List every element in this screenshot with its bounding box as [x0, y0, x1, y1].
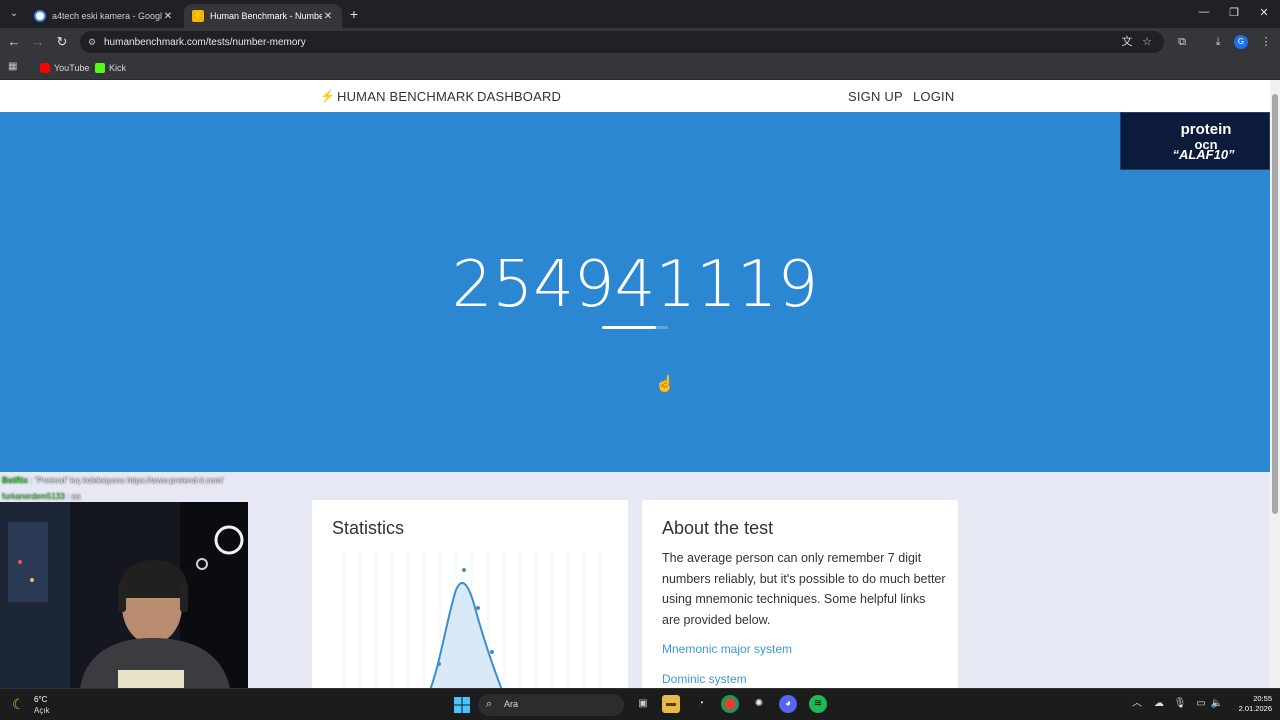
volume-icon[interactable]: 🔈 [1210, 697, 1224, 711]
site-navbar: ⚡ HUMAN BENCHMARK DASHBOARD SIGN UP LOGI… [0, 80, 1270, 112]
search-icon: ⌕ [486, 698, 493, 710]
search-placeholder: Ara [504, 699, 519, 709]
download-icon[interactable]: ⤓ [1210, 34, 1226, 50]
statistics-title: Statistics [332, 518, 405, 538]
youtube-icon [40, 63, 50, 73]
weather-condition: Açık [34, 706, 50, 715]
close-window-icon[interactable]: ✕ [1256, 6, 1272, 19]
spotify-icon[interactable]: ≋ [809, 695, 827, 713]
statistics-distribution-chart [343, 554, 601, 688]
test-area[interactable]: 254941119 ☝ [0, 112, 1270, 472]
dashboard-link[interactable]: DASHBOARD [477, 89, 561, 104]
task-view-icon[interactable]: ▣ [634, 695, 652, 713]
display-icon[interactable]: ▭ [1194, 697, 1208, 711]
browser-toolbar: ← → ↻ ⚙ 文 ☆ ⧉ ⤓ G ⋮ [0, 28, 1280, 56]
weather-widget[interactable]: ☾ 6°C Açık [12, 693, 72, 717]
chat-text: : aa [66, 492, 81, 501]
chatgpt-icon[interactable]: ✺ [750, 695, 768, 713]
apps-icon[interactable]: ▦ [8, 61, 20, 73]
tab-search-icon[interactable]: ⌄ [6, 6, 22, 22]
brand-link[interactable]: HUMAN BENCHMARK [337, 89, 474, 104]
clock-date: 2.01.2026 [1238, 704, 1272, 713]
google-icon [34, 10, 46, 22]
taskbar-search[interactable]: ⌕ Ara [478, 694, 624, 716]
forward-icon[interactable]: → [30, 34, 46, 50]
onedrive-icon[interactable]: ☁ [1152, 697, 1166, 711]
url-input[interactable] [104, 33, 1104, 51]
address-bar[interactable]: ⚙ 文 ☆ [80, 31, 1164, 53]
taskbar-clock[interactable]: 20:55 2.01.2026 [1226, 694, 1272, 714]
memory-number: 254941119 [451, 248, 819, 322]
timer-bar-fill [602, 326, 657, 329]
tab-title: Human Benchmark - Number M [210, 11, 322, 21]
chart-point [437, 662, 441, 666]
about-title: About the test [662, 518, 774, 538]
tab-human-benchmark[interactable]: ⚡ Human Benchmark - Number M ✕ [184, 4, 342, 28]
dominic-system-link[interactable]: Dominic system [662, 672, 747, 686]
close-tab-icon[interactable]: ✕ [322, 11, 334, 22]
about-card: About the test The average person can on… [642, 500, 958, 688]
app-icon[interactable]: ◔ [692, 695, 710, 713]
chart-point [476, 606, 480, 610]
mnemonic-major-link[interactable]: Mnemonic major system [662, 642, 792, 656]
menu-icon[interactable]: ⋮ [1258, 34, 1274, 50]
close-tab-icon[interactable]: ✕ [162, 11, 174, 22]
windows-taskbar: ☾ 6°C Açık ⌕ Ara ▣ ▬ ◔ ✺ ◕ ≋ ︿ ☁ 🎙 ▭ 🔈 2… [0, 688, 1280, 720]
extensions-icon[interactable]: ⧉ [1174, 34, 1190, 50]
hand-cursor-icon: ☝ [655, 376, 675, 393]
moon-icon: ☾ [12, 696, 25, 712]
reload-icon[interactable]: ↻ [54, 34, 70, 50]
page-scrollbar[interactable] [1270, 80, 1280, 688]
new-tab-button[interactable]: + [346, 6, 362, 22]
chart-point [490, 650, 494, 654]
tray-chevron-icon[interactable]: ︿ [1130, 697, 1144, 711]
kick-icon [95, 63, 105, 73]
bookmark-label: YouTube [54, 63, 90, 73]
webcam-overlay [0, 502, 248, 688]
chat-message: BotRix : "Pretend" kıç koleksiyonu https… [2, 476, 223, 485]
bookmark-label: Kick [109, 63, 127, 73]
clock-time: 20:55 [1253, 694, 1272, 703]
human-benchmark-icon: ⚡ [192, 10, 204, 22]
chart-point [462, 568, 466, 572]
ad-line: protein [1180, 121, 1232, 138]
statistics-card: Statistics [312, 500, 628, 688]
bookmarks-bar: ▦ YouTube Kick [0, 56, 1280, 80]
tab-title: a4tech eski kamera - Google'da [52, 11, 162, 21]
stream-chat-overlay: BotRix : "Pretend" kıç koleksiyonu https… [0, 474, 300, 504]
minimize-icon[interactable]: — [1196, 6, 1212, 18]
translate-icon[interactable]: 文 [1120, 35, 1134, 49]
bookmark-youtube[interactable]: YouTube [40, 60, 89, 76]
weather-temp: 6°C [34, 695, 48, 704]
signup-link[interactable]: SIGN UP [848, 89, 903, 104]
chrome-icon[interactable] [721, 695, 739, 713]
bolt-icon: ⚡ [320, 89, 335, 103]
chat-text: : "Pretend" kıç koleksiyonu https://www.… [30, 476, 224, 485]
microphone-icon[interactable]: 🎙 [1173, 697, 1187, 711]
timer-bar [602, 326, 668, 329]
bookmark-star-icon[interactable]: ☆ [1140, 35, 1154, 49]
chat-username: BotRix [2, 476, 28, 485]
profile-avatar[interactable]: G [1234, 35, 1248, 49]
about-body: The average person can only remember 7 d… [662, 551, 946, 627]
ad-banner[interactable]: protein ocn “ALAF10” [1120, 112, 1270, 170]
webcam-image [0, 502, 248, 688]
tab-google-search[interactable]: a4tech eski kamera - Google'da ✕ [26, 4, 182, 28]
chat-username: furkanerdem5133 [2, 492, 65, 501]
login-link[interactable]: LOGIN [913, 89, 954, 104]
bookmark-kick[interactable]: Kick [95, 60, 126, 76]
chat-message: furkanerdem5133 : aa [2, 492, 80, 501]
discord-icon[interactable]: ◕ [779, 695, 797, 713]
windows-start-icon[interactable] [454, 697, 470, 713]
file-explorer-icon[interactable]: ▬ [662, 695, 680, 713]
tab-strip: ⌄ a4tech eski kamera - Google'da ✕ ⚡ Hum… [0, 0, 1280, 28]
site-info-icon[interactable]: ⚙ [86, 36, 98, 48]
restore-icon[interactable]: ❐ [1226, 6, 1242, 19]
back-icon[interactable]: ← [6, 34, 22, 50]
ad-line: “ALAF10” [1172, 147, 1235, 162]
scrollbar-thumb[interactable] [1272, 94, 1278, 514]
chart-area [430, 583, 502, 688]
